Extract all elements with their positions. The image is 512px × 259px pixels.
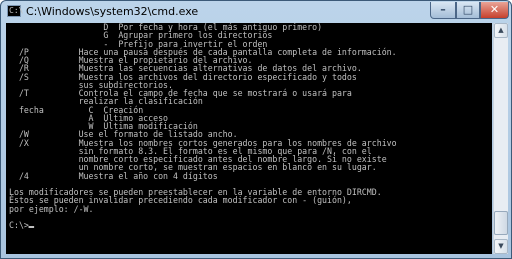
maximize-button[interactable]: □ [456,2,480,19]
cmd-window: C:\ C:\Windows\system32\cmd.exe – □ ✕ D … [0,0,512,259]
console-line: /4 Muestra el año con 4 dígitos [9,171,218,182]
console-app-icon[interactable]: C:\ [7,5,23,17]
close-button[interactable]: ✕ [480,2,509,19]
window-title: C:\Windows\system32\cmd.exe [26,5,199,18]
vertical-scrollbar[interactable]: ▲ ▼ [493,23,508,254]
text-cursor [28,226,35,228]
title-bar[interactable]: C:\ C:\Windows\system32\cmd.exe – □ ✕ [1,1,511,23]
scroll-down-button[interactable]: ▼ [494,239,508,254]
console-line: por ejemplo: /-W. [9,204,94,215]
scrollbar-thumb[interactable] [494,211,508,236]
minimize-button[interactable]: – [430,2,456,19]
console-text-area: D Por fecha y hora (el más antiguo prime… [9,23,397,231]
command-prompt: C:\> [9,221,397,231]
console-output[interactable]: D Por fecha y hora (el más antiguo prime… [6,23,492,254]
scroll-up-button[interactable]: ▲ [494,23,508,38]
